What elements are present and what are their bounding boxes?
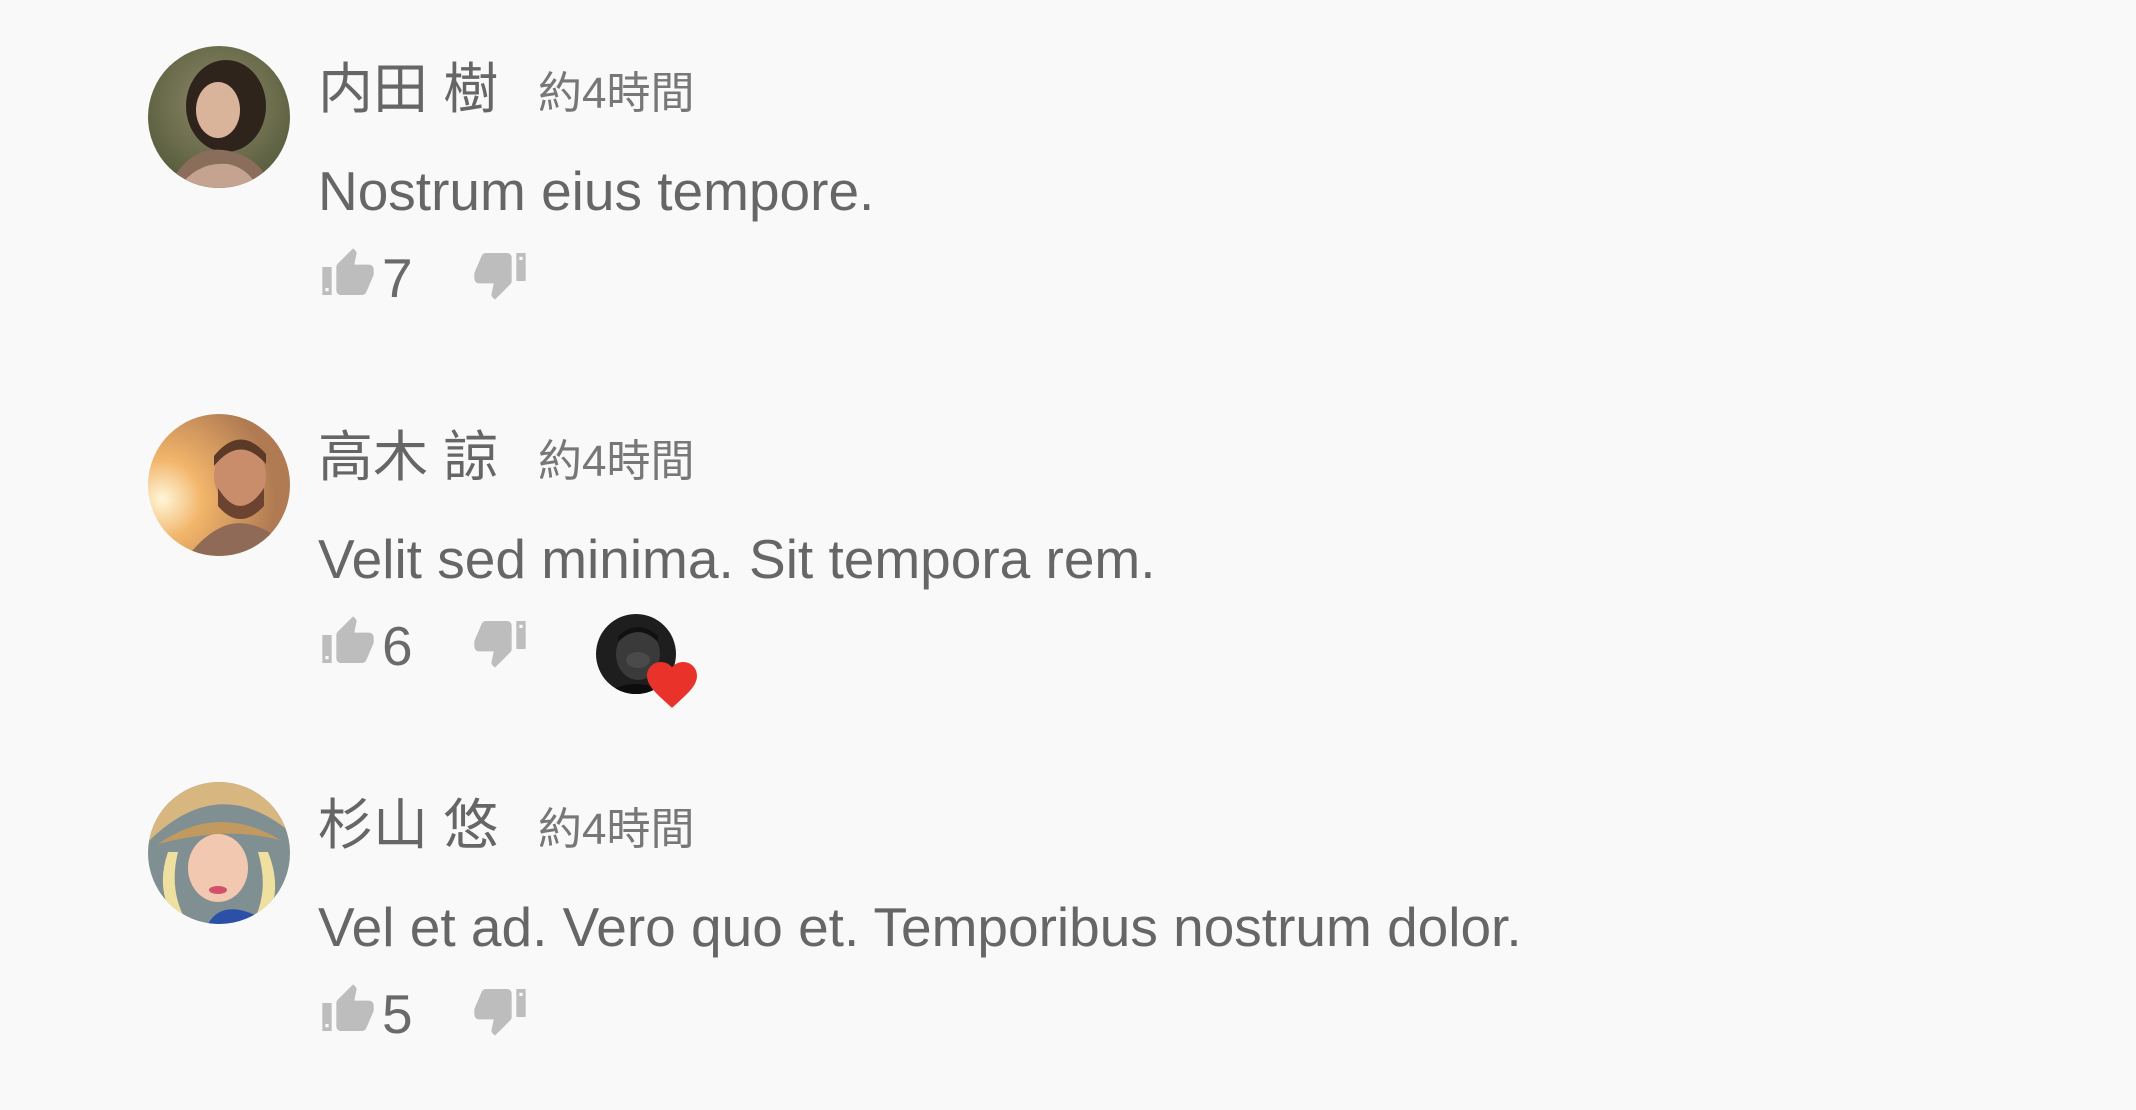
comment-timestamp[interactable]: 約4時間 — [538, 64, 694, 124]
dislike-button[interactable] — [472, 246, 532, 306]
comment-item: 杉山 悠 約4時間 Vel et ad. Vero quo et. Tempor… — [148, 782, 2048, 1044]
comment-timestamp[interactable]: 約4時間 — [538, 432, 694, 492]
avatar[interactable] — [148, 782, 290, 924]
heart-icon — [647, 662, 697, 708]
dislike-button[interactable] — [472, 982, 532, 1042]
thumbs-down-icon — [474, 989, 526, 1036]
like-count: 5 — [382, 983, 413, 1045]
comment-author[interactable]: 杉山 悠 — [318, 790, 498, 860]
comment-text: Velit sed minima. Sit tempora rem. — [318, 528, 1156, 590]
comment-text: Nostrum eius tempore. — [318, 160, 875, 222]
avatar[interactable] — [148, 46, 290, 188]
thumbs-down-icon — [474, 621, 526, 668]
thumbs-up-icon — [322, 248, 374, 295]
thumbs-up-icon — [322, 616, 374, 663]
like-count: 7 — [382, 247, 413, 309]
comment-item: 内田 樹 約4時間 Nostrum eius tempore. 7 — [148, 46, 2048, 308]
comment-author[interactable]: 内田 樹 — [318, 54, 498, 124]
comment-timestamp[interactable]: 約4時間 — [538, 800, 694, 860]
thumbs-up-icon — [322, 984, 374, 1031]
like-count: 6 — [382, 615, 413, 677]
comment-item: 高木 諒 約4時間 Velit sed minima. Sit tempora … — [148, 414, 2048, 708]
dislike-button[interactable] — [472, 614, 532, 674]
thumbs-down-icon — [474, 253, 526, 300]
comment-author[interactable]: 高木 諒 — [318, 422, 498, 492]
avatar[interactable] — [148, 414, 290, 556]
like-button[interactable] — [320, 614, 380, 674]
comment-text: Vel et ad. Vero quo et. Temporibus nostr… — [318, 896, 1522, 958]
like-button[interactable] — [320, 982, 380, 1042]
like-button[interactable] — [320, 246, 380, 306]
creator-heart-badge — [596, 614, 716, 714]
